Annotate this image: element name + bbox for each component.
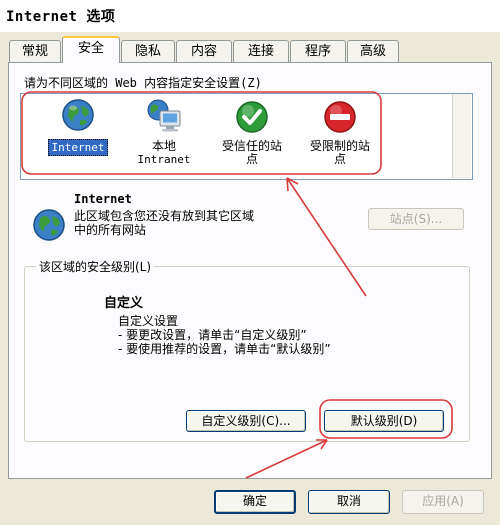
security-level-line3: - 要使用推荐的设置，请单击“默认级别” (118, 342, 331, 356)
tab-content[interactable]: 内容 (176, 40, 232, 62)
security-level-group-title: 该区域的安全级别(L) (36, 258, 155, 275)
zone-restricted-label: 受限制的站 点 (302, 140, 378, 166)
security-level-title: 自定义 (104, 296, 144, 311)
green-check-icon (236, 101, 268, 133)
zone-trusted-sites[interactable]: 受信任的站 点 (214, 96, 290, 168)
globe-icon (62, 99, 94, 131)
custom-level-button[interactable]: 自定义级别(C)... (186, 410, 306, 432)
tab-label: 连接 (247, 44, 274, 59)
globe-icon (33, 209, 65, 241)
tab-label: 程序 (304, 44, 331, 59)
zone-intranet-label-line2: Intranet (137, 153, 191, 166)
zone-restricted-label-line2: 点 (333, 152, 346, 166)
zone-intranet-label: 本地 Intranet (128, 139, 200, 167)
zone-internet[interactable]: Internet (46, 96, 110, 160)
zone-prompt: 请为不同区域的 Web 内容指定安全设置(Z) (24, 76, 262, 90)
tab-label: 隐私 (134, 44, 161, 59)
tab-label: 内容 (190, 44, 217, 59)
cancel-button[interactable]: 取消 (308, 490, 390, 514)
apply-button[interactable]: 应用(A) (402, 490, 484, 514)
selected-zone-description-line2: 中的所有网站 (74, 223, 147, 237)
sites-button[interactable]: 站点(S)... (368, 208, 464, 230)
tab-label: 安全 (77, 41, 104, 56)
title-bar: Internet 选项 (0, 0, 500, 32)
default-level-button[interactable]: 默认级别(D) (324, 410, 444, 432)
computer-globe-icon (147, 99, 181, 132)
tab-connections[interactable]: 连接 (233, 40, 289, 62)
selected-zone-name: Internet (74, 192, 132, 206)
tab-programs[interactable]: 程序 (290, 40, 346, 62)
tab-label: 高级 (359, 44, 386, 59)
ok-button[interactable]: 确定 (214, 490, 296, 514)
zone-local-intranet[interactable]: 本地 Intranet (128, 96, 200, 168)
red-no-entry-icon (324, 101, 356, 133)
zone-intranet-label-line1: 本地 (151, 139, 176, 153)
tab-security[interactable]: 安全 (62, 36, 120, 63)
window-title: Internet 选项 (6, 9, 116, 25)
zone-list-scrollbar[interactable] (452, 94, 471, 178)
zone-trusted-label: 受信任的站 点 (214, 140, 290, 166)
internet-options-dialog: Internet 选项 常规 安全 隐私 内容 连接 程序 高级 请为不同区域的… (0, 0, 500, 525)
zone-internet-label: Internet (47, 139, 109, 156)
tab-label: 常规 (21, 44, 48, 59)
tab-advanced[interactable]: 高级 (347, 40, 399, 62)
zone-trusted-label-line2: 点 (245, 152, 258, 166)
zone-restricted-sites[interactable]: 受限制的站 点 (302, 96, 378, 168)
tab-general[interactable]: 常规 (9, 40, 61, 62)
tab-privacy[interactable]: 隐私 (121, 40, 175, 62)
